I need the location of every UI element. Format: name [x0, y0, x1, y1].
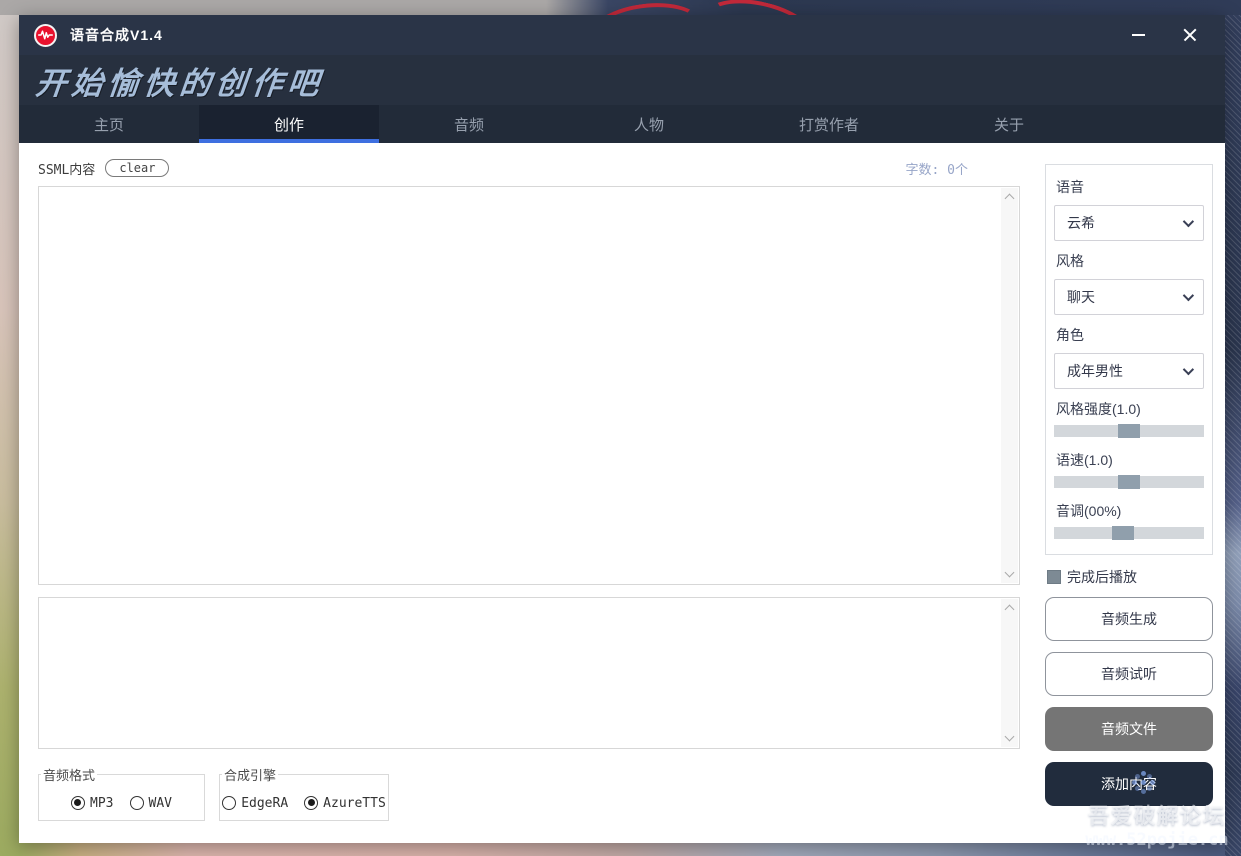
- radio-icon: [71, 796, 86, 810]
- scroll-down-icon: [1004, 567, 1015, 578]
- radio-wav-label: WAV: [148, 795, 172, 811]
- title-bar: 语音合成V1.4: [19, 15, 1225, 55]
- banner-slogan: 开始愉快的创作吧: [33, 65, 326, 102]
- radio-icon: [129, 796, 144, 810]
- minimize-icon: [1131, 34, 1145, 36]
- role-select-value: 成年男性: [1067, 363, 1123, 379]
- engine-legend: 合成引擎: [224, 768, 277, 783]
- window-title: 语音合成V1.4: [70, 27, 163, 43]
- desktop-bottom-strip: [19, 843, 1225, 856]
- slider-thumb[interactable]: [1118, 475, 1140, 489]
- tab-home[interactable]: 主页: [19, 105, 199, 143]
- checkbox-icon: [1047, 570, 1061, 584]
- slider-thumb[interactable]: [1112, 526, 1134, 540]
- chevron-down-icon: [1182, 363, 1195, 376]
- voice-settings-sidebar: 语音 云希 风格 聊天 角色 成年男性 风格强度(1.0) 语速(1.0) 音调…: [1045, 155, 1213, 843]
- radio-icon: [222, 796, 237, 810]
- role-select[interactable]: 成年男性: [1054, 353, 1204, 389]
- ssml-label: SSML内容: [38, 162, 96, 178]
- fabric-red-ribbon: [694, 0, 826, 15]
- play-after-label: 完成后播放: [1067, 569, 1137, 585]
- voice-select[interactable]: 云希: [1054, 205, 1204, 241]
- tab-characters[interactable]: 人物: [559, 105, 739, 143]
- voice-label: 语音: [1056, 179, 1084, 195]
- tab-about[interactable]: 关于: [919, 105, 1099, 143]
- rate-slider[interactable]: [1054, 475, 1204, 489]
- close-icon: [1183, 28, 1197, 42]
- editor-header: SSML内容 clear 字数: 0个: [38, 155, 1020, 181]
- audio-format-group: 音频格式 MP3 WAV: [38, 765, 205, 821]
- tab-bar: 主页 创作 音频 人物 打赏作者 关于: [19, 105, 1225, 143]
- play-after-checkbox-row[interactable]: 完成后播放: [1047, 567, 1213, 587]
- slider-thumb[interactable]: [1118, 424, 1140, 438]
- clear-button[interactable]: clear: [105, 159, 170, 177]
- scrollbar[interactable]: [1001, 599, 1018, 747]
- desktop-left-strip: [0, 15, 19, 856]
- style-select[interactable]: 聊天: [1054, 279, 1204, 315]
- engine-group: 合成引擎 EdgeRA AzureTTS: [219, 765, 389, 821]
- desktop-right-strip: [1225, 15, 1241, 856]
- tab-donate[interactable]: 打赏作者: [739, 105, 919, 143]
- banner: 开始愉快的创作吧: [19, 55, 1225, 105]
- radio-edgera[interactable]: EdgeRA: [222, 796, 288, 811]
- pitch-label: 音调(00%): [1056, 503, 1122, 519]
- options-row: 音频格式 MP3 WAV 合成引擎 EdgeRA AzureTTS: [38, 759, 1020, 821]
- tab-create[interactable]: 创作: [199, 105, 379, 143]
- create-page: SSML内容 clear 字数: 0个 音频格式 MP3 WAV 合成引擎 Ed…: [19, 143, 1225, 843]
- scroll-down-icon: [1004, 731, 1015, 742]
- radio-azuretts-label: AzureTTS: [323, 795, 386, 811]
- char-count: 字数: 0个: [905, 162, 968, 178]
- desktop-top-strip: [0, 0, 1241, 15]
- scroll-up-icon: [1004, 193, 1015, 204]
- voice-select-value: 云希: [1067, 215, 1095, 231]
- tab-audio[interactable]: 音频: [379, 105, 559, 143]
- app-window: 语音合成V1.4 开始愉快的创作吧 主页 创作 音频 人物 打赏作者 关于 SS…: [19, 15, 1225, 843]
- style-strength-slider[interactable]: [1054, 424, 1204, 438]
- minimize-button[interactable]: [1115, 15, 1161, 55]
- scrollbar[interactable]: [1001, 188, 1018, 583]
- generate-audio-button[interactable]: 音频生成: [1045, 597, 1213, 641]
- radio-mp3-label: MP3: [90, 795, 114, 811]
- pitch-slider[interactable]: [1054, 526, 1204, 540]
- audio-file-button[interactable]: 音频文件: [1045, 707, 1213, 751]
- style-select-value: 聊天: [1067, 289, 1095, 305]
- chevron-down-icon: [1182, 215, 1195, 228]
- rate-label: 语速(1.0): [1056, 452, 1113, 468]
- radio-azuretts[interactable]: AzureTTS: [304, 796, 386, 811]
- audio-format-legend: 音频格式: [43, 768, 96, 783]
- ssml-textarea[interactable]: [38, 186, 1020, 585]
- style-label: 风格: [1056, 253, 1084, 269]
- close-button[interactable]: [1167, 15, 1213, 55]
- secondary-textarea[interactable]: [38, 597, 1020, 749]
- voice-settings-panel: 语音 云希 风格 聊天 角色 成年男性 风格强度(1.0) 语速(1.0) 音调…: [1045, 164, 1213, 555]
- chevron-down-icon: [1182, 289, 1195, 302]
- style-strength-label: 风格强度(1.0): [1056, 401, 1141, 417]
- scroll-up-icon: [1004, 604, 1015, 615]
- app-logo-icon: [34, 23, 57, 47]
- radio-mp3[interactable]: MP3: [71, 795, 114, 811]
- add-content-button[interactable]: 添加内容: [1045, 762, 1213, 806]
- fabric-red-ribbon: [581, 0, 709, 15]
- radio-icon: [304, 796, 319, 810]
- editor-column: SSML内容 clear 字数: 0个 音频格式 MP3 WAV 合成引擎 Ed…: [38, 155, 1020, 843]
- role-label: 角色: [1056, 327, 1084, 343]
- radio-edgera-label: EdgeRA: [241, 795, 289, 811]
- preview-audio-button[interactable]: 音频试听: [1045, 652, 1213, 696]
- radio-wav[interactable]: WAV: [129, 795, 172, 811]
